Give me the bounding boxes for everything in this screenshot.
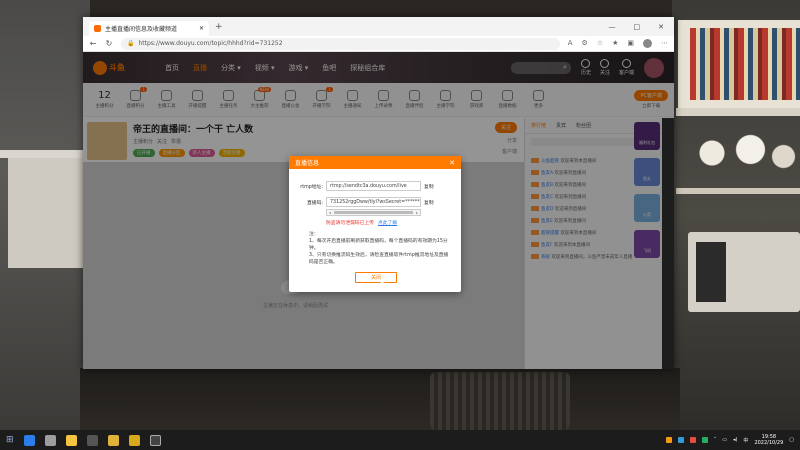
wallpaper-microwave [688,232,800,312]
url-field[interactable]: 🔒 https://www.douyu.com/topic/hhhd?rid=7… [121,37,560,50]
stream-key-row: 直播码: 731252rggDww/tlyl?wsSecret=********… [299,197,451,207]
plane-app-icon[interactable] [86,434,98,446]
maximize-button[interactable]: □ [634,23,641,31]
network-icon[interactable]: ▭ [722,437,727,443]
clock-date: 2022/10/29 [754,440,784,446]
dialog-header: 直播信息 ✕ [289,156,461,169]
warning-row: 防盗请勿泄漏码已上传 点此了解 [326,219,451,226]
address-bar-row: ← ↻ 🔒 https://www.douyu.com/topic/hhhd?r… [83,36,674,52]
notes-title: 注： [309,232,319,237]
note-line: 1、每次开启直播前刷新获取直播码，每个直播码的有效期为15分钟。 [309,238,448,251]
tray-icon[interactable] [701,437,708,443]
browser-toolbar: A ⚙ ☆ ★ ▣ ⋯ [568,39,668,48]
notification-icon[interactable]: ▢ [789,437,794,443]
wallpaper-desk [80,368,680,430]
close-icon[interactable]: ✕ [449,159,455,167]
browser-tab[interactable]: 主播直播间信息及收藏频道 ✕ [89,21,209,36]
system-tray: ˄ ▭ ◂) 中 19:58 2022/10/29 ▢ [665,434,794,446]
favorites-icon[interactable]: ★ [612,39,618,48]
wallpaper-figures [690,118,800,188]
learn-more-link[interactable]: 点此了解 [378,219,397,226]
obs-icon[interactable] [149,434,161,446]
app-icon[interactable] [107,434,119,446]
wallpaper-shelf [0,150,84,158]
tray-icon[interactable] [665,437,672,443]
site-favicon-icon [94,25,101,32]
new-tab-button[interactable]: + [215,22,223,32]
wallpaper-chair [430,372,570,430]
note-line: 3、只有切换推流码生效后，请检查直播软件rtmp推流地址及直播码是否正确。 [309,252,449,265]
copy-stream-key-button[interactable]: 复制 [424,199,434,206]
dialog-body: rtmp地址: rtmp://sendtc3a.douyu.com/live 复… [289,169,461,267]
stream-key-field[interactable]: 731252rggDww/tlyl?wsSecret=********** [326,197,421,207]
live-info-dialog: 直播信息 ✕ rtmp地址: rtmp://sendtc3a.douyu.com… [289,156,461,292]
dialog-title: 直播信息 [295,160,320,167]
wallpaper-shelf [676,188,800,194]
folder-icon[interactable] [65,434,77,446]
url-text: https://www.douyu.com/topic/hhhd?rid=731… [138,40,283,47]
dialog-notes: 注： 1、每次开启直播前刷新获取直播码，每个直播码的有效期为15分钟。 3、只有… [309,232,451,267]
chevron-up-icon[interactable]: ˄ [714,437,717,443]
wallpaper-cabinet [8,158,84,268]
app-icon[interactable] [128,434,140,446]
wallpaper-shelf [676,108,800,116]
windows-start-icon[interactable]: ⊞ [6,435,14,445]
rtmp-label: rtmp地址: [300,184,323,190]
refresh-icon[interactable]: ↻ [105,39,113,48]
taskbar-apps: ⊞ [6,434,161,446]
lock-icon: 🔒 [127,40,135,47]
douyu-page: 斗鱼 首页 直播 分类 ▾ 视频 ▾ 游戏 ▾ 鱼吧 探秘组合库 ⌕ 历史 关注… [83,52,674,369]
rtmp-row: rtmp地址: rtmp://sendtc3a.douyu.com/live 复… [299,181,451,191]
volume-icon[interactable]: ◂) [733,437,737,443]
taskbar: ⊞ ˄ ▭ ◂) 中 19:58 2022/10/29 ▢ [0,430,800,450]
wallpaper-books [690,28,800,100]
dialog-close-button[interactable]: 关闭 [355,272,397,283]
warning-text: 防盗请勿泄漏码已上传 [326,221,374,226]
close-window-button[interactable]: ✕ [658,23,664,31]
more-menu-icon[interactable]: ⋯ [661,39,668,48]
favorite-star-icon[interactable]: ☆ [597,39,603,48]
file-explorer-icon[interactable] [44,434,56,446]
stream-key-label: 直播码: [306,200,323,206]
scroll-left-icon[interactable]: ◂ [329,210,331,215]
stream-key-scrollbar[interactable]: ◂ ▸ [326,209,421,216]
scroll-right-icon[interactable]: ▸ [416,210,418,215]
tray-icon[interactable] [689,437,696,443]
tab-close-icon[interactable]: ✕ [199,25,204,32]
extensions-icon[interactable]: ⚙ [582,39,588,48]
tab-strip: 主播直播间信息及收藏频道 ✕ + — □ ✕ [83,17,674,36]
profile-avatar[interactable] [643,39,652,48]
window-controls: — □ ✕ [609,23,675,31]
ime-icon[interactable]: 中 [743,437,748,444]
read-aloud-icon[interactable]: A [568,39,573,48]
rtmp-url-field[interactable]: rtmp://sendtc3a.douyu.com/live [326,181,421,191]
collections-icon[interactable]: ▣ [627,39,634,48]
browser-window: 主播直播间信息及收藏频道 ✕ + — □ ✕ ← ↻ 🔒 https://www… [83,17,674,369]
back-icon[interactable]: ← [89,39,97,48]
scroll-thumb[interactable] [334,211,413,214]
edge-browser-icon[interactable] [23,434,35,446]
tray-icon[interactable] [677,437,684,443]
minimize-button[interactable]: — [609,23,616,31]
system-clock[interactable]: 19:58 2022/10/29 [754,434,783,446]
copy-rtmp-button[interactable]: 复制 [424,183,434,190]
tab-title: 主播直播间信息及收藏频道 [105,26,178,33]
